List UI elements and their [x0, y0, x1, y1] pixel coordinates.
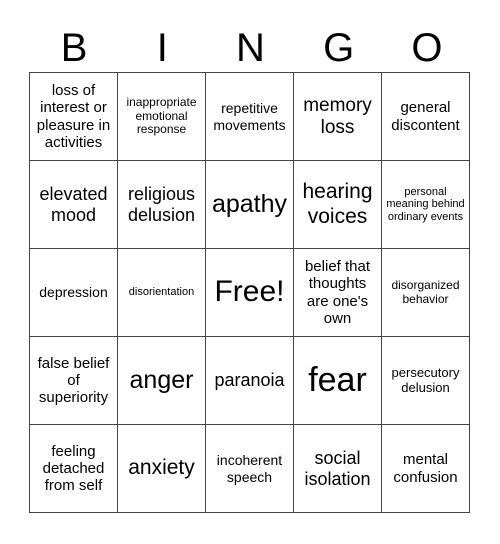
bingo-cell[interactable]: disorientation [118, 249, 206, 337]
bingo-cell[interactable]: anxiety [118, 425, 206, 513]
bingo-cell[interactable]: fear [294, 337, 382, 425]
bingo-cell[interactable]: apathy [206, 161, 294, 249]
bingo-cell[interactable]: general discontent [382, 73, 470, 161]
free-space[interactable]: Free! [206, 249, 294, 337]
bingo-cell[interactable]: personal meaning behind ordinary events [382, 161, 470, 249]
bingo-cell[interactable]: memory loss [294, 73, 382, 161]
bingo-cell[interactable]: disorganized behavior [382, 249, 470, 337]
bingo-cell[interactable]: feeling detached from self [30, 425, 118, 513]
bingo-board: loss of interest or pleasure in activiti… [29, 72, 470, 513]
header-letter-g: G [323, 26, 355, 70]
header-letter-n: N [236, 26, 265, 70]
bingo-cell[interactable]: false belief of superiority [30, 337, 118, 425]
bingo-cell[interactable]: inappropriate emotional response [118, 73, 206, 161]
bingo-cell[interactable]: religious delusion [118, 161, 206, 249]
header-letter-b: B [60, 26, 88, 70]
bingo-cell[interactable]: anger [118, 337, 206, 425]
header-letter-i: I [156, 26, 168, 70]
bingo-header: B I N G O [30, 24, 471, 72]
bingo-cell[interactable]: paranoia [206, 337, 294, 425]
bingo-cell[interactable]: mental confusion [382, 425, 470, 513]
bingo-cell[interactable]: loss of interest or pleasure in activiti… [30, 73, 118, 161]
bingo-cell[interactable]: incoherent speech [206, 425, 294, 513]
bingo-cell[interactable]: hearing voices [294, 161, 382, 249]
bingo-cell[interactable]: elevated mood [30, 161, 118, 249]
bingo-cell[interactable]: belief that thoughts are one's own [294, 249, 382, 337]
header-letter-o: O [411, 26, 443, 70]
bingo-cell[interactable]: social isolation [294, 425, 382, 513]
bingo-cell[interactable]: repetitive movements [206, 73, 294, 161]
bingo-cell[interactable]: persecutory delusion [382, 337, 470, 425]
bingo-cell[interactable]: depression [30, 249, 118, 337]
